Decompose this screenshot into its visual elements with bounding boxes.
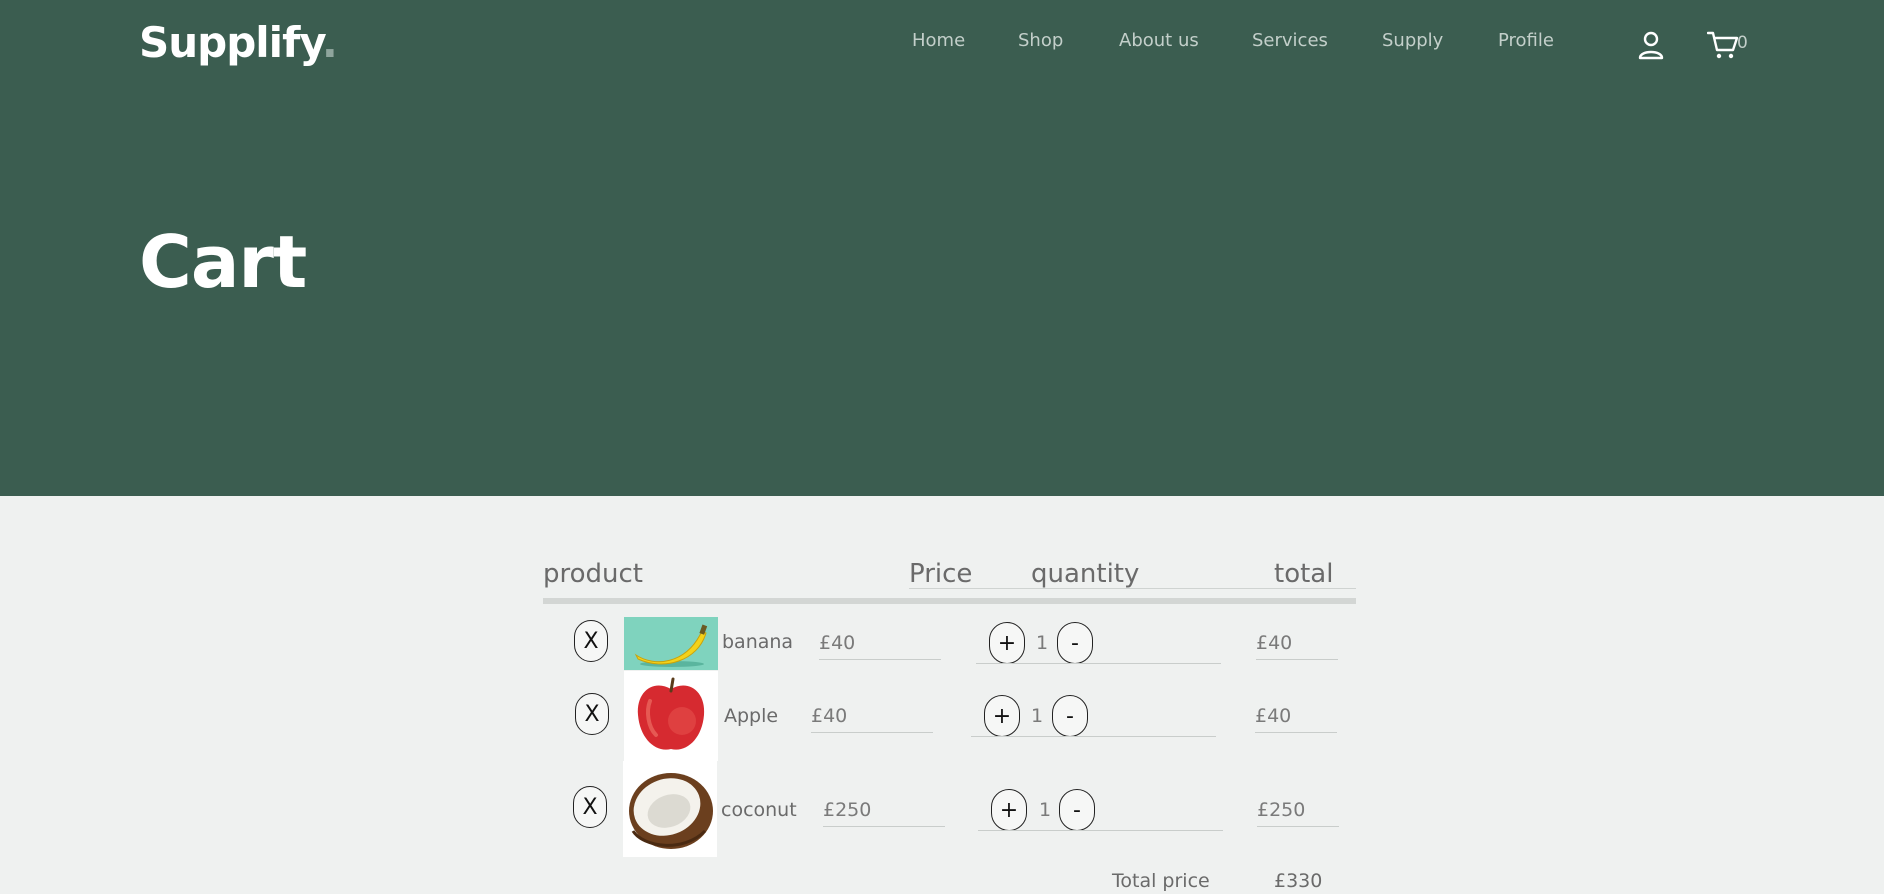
cart-count: 0: [1737, 33, 1748, 53]
product-price: £250: [823, 799, 872, 821]
coconut-image: [623, 761, 717, 857]
remove-item-button[interactable]: X: [573, 786, 607, 828]
apple-image: [624, 671, 718, 761]
line-total: £250: [1257, 799, 1306, 821]
line-total: £40: [1256, 632, 1293, 654]
decrease-quantity-button[interactable]: -: [1052, 695, 1088, 737]
price-underline: [819, 659, 941, 660]
total-price-value: £330: [1274, 870, 1323, 892]
nav-profile[interactable]: Profile: [1498, 30, 1554, 51]
quantity-underline: [976, 663, 1221, 664]
product-price: £40: [811, 705, 848, 727]
product-name: Apple: [724, 705, 779, 727]
nav-home[interactable]: Home: [912, 30, 965, 51]
nav-services[interactable]: Services: [1252, 30, 1328, 51]
hero-header: Supplify. Home Shop About us Services Su…: [0, 0, 1884, 496]
quantity-value: 1: [1031, 705, 1044, 727]
increase-quantity-button[interactable]: +: [989, 622, 1025, 664]
product-name: banana: [722, 631, 794, 653]
nav-about-us[interactable]: About us: [1119, 30, 1199, 51]
site-logo[interactable]: Supplify.: [139, 18, 338, 67]
nav-shop[interactable]: Shop: [1018, 30, 1063, 51]
user-icon[interactable]: [1637, 30, 1665, 60]
total-price-label: Total price: [1112, 870, 1210, 892]
banana-image: [624, 617, 718, 670]
remove-item-button[interactable]: X: [574, 620, 608, 662]
header-divider: [909, 588, 1356, 589]
column-header-product: product: [543, 559, 644, 589]
column-header-total: total: [1274, 559, 1334, 589]
quantity-value: 1: [1039, 799, 1052, 821]
header-bar: [543, 598, 1356, 604]
increase-quantity-button[interactable]: +: [991, 789, 1027, 831]
price-underline: [811, 732, 933, 733]
product-price: £40: [819, 632, 856, 654]
nav-supply[interactable]: Supply: [1382, 30, 1443, 51]
quantity-underline: [971, 736, 1216, 737]
decrease-quantity-button[interactable]: -: [1059, 789, 1095, 831]
page-title: Cart: [139, 220, 307, 304]
total-underline: [1256, 659, 1338, 660]
quantity-underline: [978, 830, 1223, 831]
line-total: £40: [1255, 705, 1292, 727]
cart-icon[interactable]: [1707, 29, 1739, 61]
increase-quantity-button[interactable]: +: [984, 695, 1020, 737]
total-underline: [1255, 732, 1337, 733]
column-header-quantity: quantity: [1031, 559, 1140, 589]
product-name: coconut: [721, 799, 797, 821]
decrease-quantity-button[interactable]: -: [1057, 622, 1093, 664]
column-header-price: Price: [909, 559, 973, 589]
quantity-value: 1: [1036, 632, 1049, 654]
total-underline: [1257, 826, 1339, 827]
remove-item-button[interactable]: X: [575, 693, 609, 735]
price-underline: [823, 826, 945, 827]
